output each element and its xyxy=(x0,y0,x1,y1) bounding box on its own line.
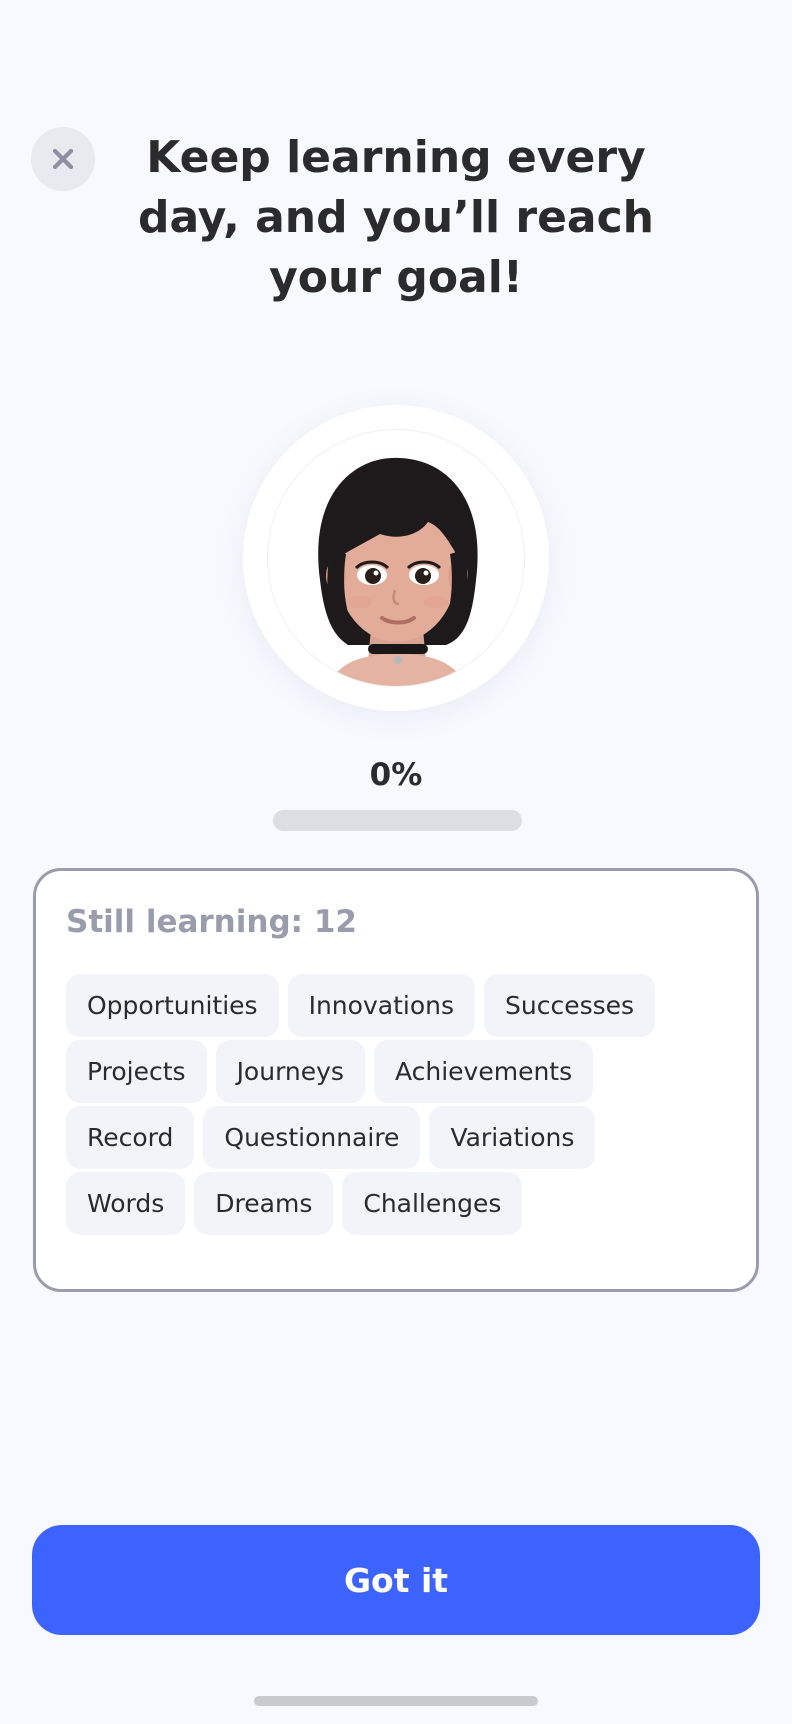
word-chip: Projects xyxy=(66,1040,207,1103)
word-chip: Variations xyxy=(429,1106,596,1169)
got-it-button[interactable]: Got it xyxy=(32,1525,760,1635)
word-chip: Achievements xyxy=(373,1040,594,1103)
word-chip: Record xyxy=(66,1106,195,1169)
word-chip: Successes xyxy=(483,974,656,1037)
close-button[interactable] xyxy=(31,127,95,191)
word-chip: Journeys xyxy=(215,1040,365,1103)
avatar-ring xyxy=(243,405,549,711)
word-chip: Dreams xyxy=(194,1172,334,1235)
word-chip: Opportunities xyxy=(66,974,279,1037)
progress-percent: 0% xyxy=(369,757,423,793)
avatar-illustration xyxy=(318,457,478,686)
page-title: Keep learning every day, and you’ll reac… xyxy=(137,132,655,303)
word-chip: Words xyxy=(66,1172,186,1235)
still-learning-title: Still learning: 12 xyxy=(66,904,357,940)
word-chip: Innovations xyxy=(287,974,475,1037)
close-icon xyxy=(52,148,74,170)
word-chips: Opportunities Innovations Successes Project… xyxy=(66,974,706,1235)
home-indicator xyxy=(254,1696,538,1706)
word-chip: Questionnaire xyxy=(203,1106,421,1169)
word-chip: Challenges xyxy=(342,1172,523,1235)
still-learning-card: Still learning: 12 Opportunities Innovati… xyxy=(33,868,759,1292)
screen: Keep learning every day, and you’ll reac… xyxy=(0,0,792,1724)
progress-bar xyxy=(273,810,522,831)
avatar xyxy=(268,430,524,686)
